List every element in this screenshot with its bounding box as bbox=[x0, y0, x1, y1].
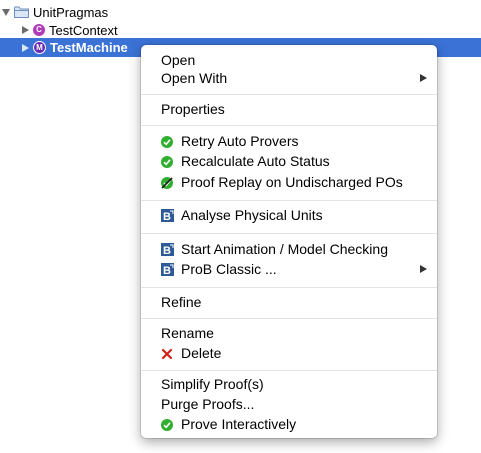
menu-item-label: Properties bbox=[161, 101, 225, 117]
tree-item-testcontext[interactable]: C TestContext bbox=[22, 21, 118, 39]
svg-text:B: B bbox=[163, 211, 171, 222]
menu-item-label: Rename bbox=[161, 325, 214, 341]
svg-text:B: B bbox=[163, 245, 171, 256]
menu-item-properties[interactable]: Properties bbox=[141, 99, 437, 119]
delete-icon bbox=[161, 347, 173, 360]
menu-item-proof-replay[interactable]: Proof Replay on Undischarged POs bbox=[141, 172, 437, 192]
chevron-right-icon bbox=[420, 265, 427, 273]
menu-item-open-with[interactable]: Open With bbox=[141, 68, 437, 88]
menu-separator bbox=[141, 125, 437, 126]
menu-item-start-animation[interactable]: B Start Animation / Model Checking bbox=[141, 239, 437, 259]
check-icon bbox=[161, 418, 173, 431]
menu-item-prob-classic[interactable]: B ProB Classic ... bbox=[141, 259, 437, 279]
menu-item-label: Open bbox=[161, 52, 196, 68]
menu-item-label: Prove Interactively bbox=[181, 416, 297, 432]
machine-icon: M bbox=[33, 41, 46, 54]
menu-item-label: Purge Proofs... bbox=[161, 396, 255, 412]
menu-item-label: Proof Replay on Undischarged POs bbox=[181, 174, 403, 190]
context-icon: C bbox=[33, 24, 45, 36]
tree-item-unitpragmas[interactable]: UnitPragmas bbox=[2, 3, 108, 21]
menu-item-delete[interactable]: Delete bbox=[141, 343, 437, 363]
menu-item-label: Refine bbox=[161, 294, 202, 310]
menu-item-prove-interactively[interactable]: Prove Interactively bbox=[141, 414, 437, 434]
tree-item-label: UnitPragmas bbox=[33, 4, 109, 20]
folder-icon bbox=[14, 6, 29, 18]
menu-item-purge-proofs[interactable]: Purge Proofs... bbox=[141, 394, 437, 414]
menu-item-label: Open With bbox=[161, 70, 228, 86]
menu-item-label: Retry Auto Provers bbox=[181, 133, 299, 149]
menu-separator bbox=[141, 287, 437, 288]
menu-item-label: Simplify Proof(s) bbox=[161, 376, 264, 392]
menu-item-label: Recalculate Auto Status bbox=[181, 153, 330, 169]
menu-item-rename[interactable]: Rename bbox=[141, 323, 437, 343]
prob-icon: B bbox=[161, 263, 174, 277]
menu-item-retry-auto-provers[interactable]: Retry Auto Provers bbox=[141, 131, 437, 151]
context-menu: Open Open With Properties Retry Auto Pro… bbox=[141, 45, 437, 438]
tree-item-label: TestContext bbox=[49, 22, 118, 38]
menu-separator bbox=[141, 94, 437, 95]
collapse-triangle-icon[interactable] bbox=[22, 43, 29, 52]
menu-item-label: Start Animation / Model Checking bbox=[181, 241, 388, 257]
expand-triangle-icon[interactable] bbox=[2, 8, 10, 16]
prob-icon: B bbox=[161, 243, 174, 257]
menu-item-simplify-proofs[interactable]: Simplify Proof(s) bbox=[141, 374, 437, 394]
menu-separator bbox=[141, 200, 437, 201]
menu-item-refine[interactable]: Refine bbox=[141, 292, 437, 312]
collapse-triangle-icon[interactable] bbox=[22, 26, 29, 34]
menu-item-label: Analyse Physical Units bbox=[181, 207, 323, 223]
svg-text:B: B bbox=[163, 265, 171, 276]
menu-separator bbox=[141, 370, 437, 371]
menu-item-label: ProB Classic ... bbox=[181, 261, 277, 277]
menu-item-label: Delete bbox=[181, 345, 222, 361]
menu-separator bbox=[141, 318, 437, 319]
proof-replay-icon bbox=[161, 176, 173, 189]
check-icon bbox=[161, 155, 173, 168]
menu-item-open[interactable]: Open bbox=[141, 50, 437, 70]
chevron-right-icon bbox=[420, 74, 427, 82]
menu-item-analyse-physical-units[interactable]: B Analyse Physical Units bbox=[141, 205, 437, 225]
prob-icon: B bbox=[161, 209, 174, 223]
menu-separator bbox=[141, 233, 437, 234]
tree-item-label: TestMachine bbox=[50, 40, 128, 55]
check-icon bbox=[161, 135, 173, 148]
menu-item-recalculate-auto-status[interactable]: Recalculate Auto Status bbox=[141, 151, 437, 171]
